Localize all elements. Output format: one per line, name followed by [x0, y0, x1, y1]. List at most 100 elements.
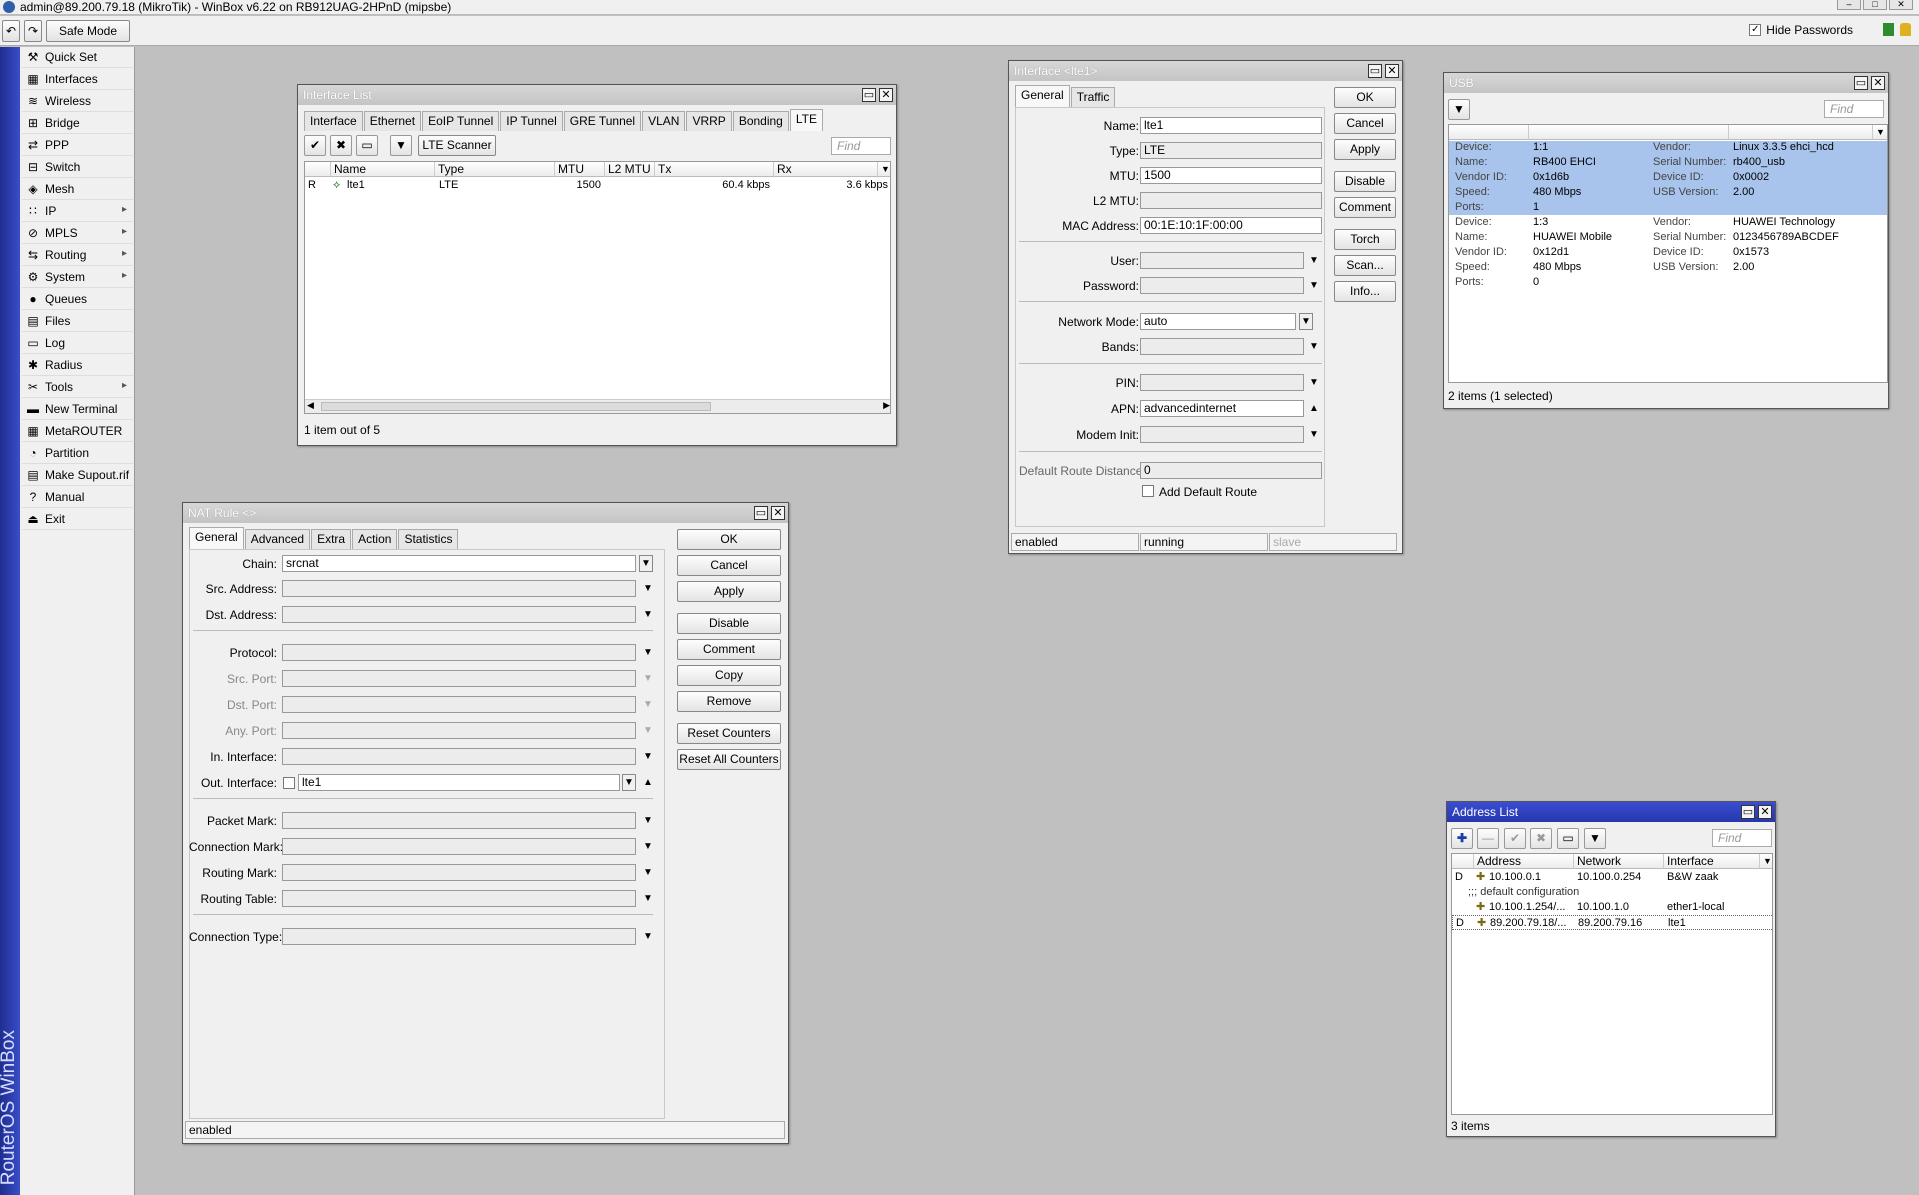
maximize-button[interactable]: ▭ [754, 506, 768, 520]
ok-button[interactable]: OK [677, 529, 781, 550]
apn-field[interactable]: advancedinternet [1140, 400, 1304, 417]
hide-passwords-toggle[interactable]: ✓ Hide Passwords [1749, 23, 1853, 37]
out-interface-negate-checkbox[interactable] [283, 777, 295, 789]
src-port-dropdown-icon[interactable]: ▼ [643, 673, 653, 685]
scroll-thumb[interactable] [321, 402, 711, 411]
undo-button[interactable]: ↶ [2, 20, 20, 42]
maximize-button[interactable]: □ [1863, 0, 1887, 10]
network-column-header[interactable]: Network [1574, 854, 1664, 869]
src-port-field[interactable] [282, 670, 636, 687]
table-row[interactable]: D ✚ 89.200.79.18/... 89.200.79.16 lte1 [1452, 915, 1772, 930]
pin-field[interactable] [1140, 374, 1304, 391]
safe-mode-button[interactable]: Safe Mode [46, 20, 130, 42]
out-interface-field[interactable]: lte1 [298, 774, 620, 791]
interface-lte1-titlebar[interactable]: Interface <lte1> [1009, 61, 1402, 81]
l2mtu-column-header[interactable]: L2 MTU [605, 162, 655, 177]
packet-mark-dropdown-icon[interactable]: ▼ [643, 815, 653, 827]
add-icon[interactable]: ✚ [1451, 828, 1473, 849]
find-input[interactable]: Find [1824, 100, 1884, 118]
disable-button[interactable]: Disable [677, 613, 781, 634]
apply-button[interactable]: Apply [677, 581, 781, 602]
comment-icon[interactable]: ▭ [356, 135, 378, 156]
address-list-titlebar[interactable]: Address List [1447, 802, 1775, 822]
apply-button[interactable]: Apply [1334, 139, 1396, 160]
connection-type-dropdown-icon[interactable]: ▼ [643, 931, 653, 943]
tab-ip-tunnel[interactable]: IP Tunnel [500, 111, 563, 131]
maximize-button[interactable]: ▭ [1854, 76, 1868, 90]
pin-dropdown-icon[interactable]: ▼ [1309, 377, 1319, 389]
user-dropdown-icon[interactable]: ▼ [1309, 255, 1319, 267]
tab-action[interactable]: Action [352, 529, 398, 549]
bands-dropdown-icon[interactable]: ▼ [1309, 341, 1319, 353]
connection-mark-dropdown-icon[interactable]: ▼ [643, 841, 653, 853]
interface-list-titlebar[interactable]: Interface List [298, 85, 896, 105]
close-button[interactable]: ✕ [1889, 0, 1913, 10]
nat-rule-titlebar[interactable]: NAT Rule <> [183, 503, 788, 523]
find-input[interactable]: Find [831, 137, 891, 155]
maximize-button[interactable]: ▭ [862, 88, 876, 102]
scroll-left-icon[interactable]: ◀ [307, 400, 314, 411]
menu-item-system[interactable]: ⚙ System ▸ [22, 267, 133, 288]
scroll-right-icon[interactable]: ▶ [883, 400, 890, 411]
info-button[interactable]: Info... [1334, 281, 1396, 302]
interface-column-header[interactable]: Interface [1664, 854, 1760, 869]
close-button[interactable]: ✕ [1385, 64, 1399, 78]
protocol-field[interactable] [282, 644, 636, 661]
ok-button[interactable]: OK [1334, 87, 1396, 108]
comment-icon[interactable]: ▭ [1557, 828, 1579, 849]
src-address-field[interactable] [282, 580, 636, 597]
maximize-button[interactable]: ▭ [1368, 64, 1382, 78]
lte-scanner-button[interactable]: LTE Scanner [418, 135, 496, 156]
redo-button[interactable]: ↷ [24, 20, 42, 42]
find-input[interactable]: Find [1712, 829, 1772, 847]
bands-field[interactable] [1140, 338, 1304, 355]
copy-button[interactable]: Copy [677, 665, 781, 686]
password-field[interactable] [1140, 277, 1304, 294]
menu-item-routing[interactable]: ⇆ Routing ▸ [22, 245, 133, 266]
out-interface-dropdown-icon[interactable]: ▼ [622, 774, 636, 791]
remove-icon[interactable]: — [1477, 828, 1499, 849]
menu-item-ip[interactable]: ∷ IP ▸ [22, 201, 133, 222]
column-menu-icon[interactable]: ▼ [1760, 854, 1772, 869]
tab-lte[interactable]: LTE [789, 109, 823, 131]
tx-column-header[interactable]: Tx [655, 162, 774, 177]
routing-table-dropdown-icon[interactable]: ▼ [643, 893, 653, 905]
maximize-button[interactable]: ▭ [1741, 805, 1755, 819]
menu-item-make-supout-rif[interactable]: ▤ Make Supout.rif [22, 465, 133, 486]
menu-item-tools[interactable]: ✂ Tools ▸ [22, 377, 133, 398]
menu-item-exit[interactable]: ⏏ Exit [22, 509, 133, 530]
address-column-header[interactable]: Address [1474, 854, 1574, 869]
connection-mark-field[interactable] [282, 838, 636, 855]
type-column-header[interactable]: Type [435, 162, 555, 177]
menu-item-switch[interactable]: ⊟ Switch [22, 157, 133, 178]
menu-item-files[interactable]: ▤ Files [22, 311, 133, 332]
any-port-field[interactable] [282, 722, 636, 739]
name-column-header[interactable]: Name [331, 162, 435, 177]
disable-icon[interactable]: ✖ [1530, 828, 1552, 849]
tab-advanced[interactable]: Advanced [244, 529, 311, 549]
menu-item-new-terminal[interactable]: ▬ New Terminal [22, 399, 133, 420]
disable-button[interactable]: Disable [1334, 171, 1396, 192]
usb-titlebar[interactable]: USB [1444, 73, 1888, 93]
table-row[interactable]: ✚ 10.100.1.254/... 10.100.1.0 ether1-local [1452, 900, 1772, 915]
table-row[interactable]: ;;; default configuration [1452, 885, 1772, 900]
menu-item-bridge[interactable]: ⊞ Bridge [22, 113, 133, 134]
chain-select[interactable]: srcnat [282, 555, 636, 572]
cancel-button[interactable]: Cancel [677, 555, 781, 576]
mac-address-field[interactable]: 00:1E:10:1F:00:00 [1140, 217, 1322, 234]
menu-item-metarouter[interactable]: ▦ MetaROUTER [22, 421, 133, 442]
tab-vlan[interactable]: VLAN [642, 111, 686, 131]
routing-mark-field[interactable] [282, 864, 636, 881]
close-button[interactable]: ✕ [1758, 805, 1772, 819]
menu-item-mpls[interactable]: ⊘ MPLS ▸ [22, 223, 133, 244]
src-address-dropdown-icon[interactable]: ▼ [643, 583, 653, 595]
dst-address-field[interactable] [282, 606, 636, 623]
filter-icon[interactable]: ▼ [1448, 99, 1470, 120]
usb-device-row[interactable]: Device: 1:1 Name: RB400 EHCI Vendor ID: 0x1d6… [1449, 141, 1887, 215]
network-mode-select[interactable]: auto [1140, 313, 1296, 330]
menu-item-queues[interactable]: ● Queues [22, 289, 133, 310]
name-field[interactable]: lte1 [1140, 117, 1322, 134]
add-default-route-checkbox[interactable] [1142, 485, 1154, 497]
out-interface-collapse-icon[interactable]: ▲ [643, 777, 653, 789]
table-row[interactable]: D ✚ 10.100.0.1 10.100.0.254 B&W zaak [1452, 870, 1772, 885]
